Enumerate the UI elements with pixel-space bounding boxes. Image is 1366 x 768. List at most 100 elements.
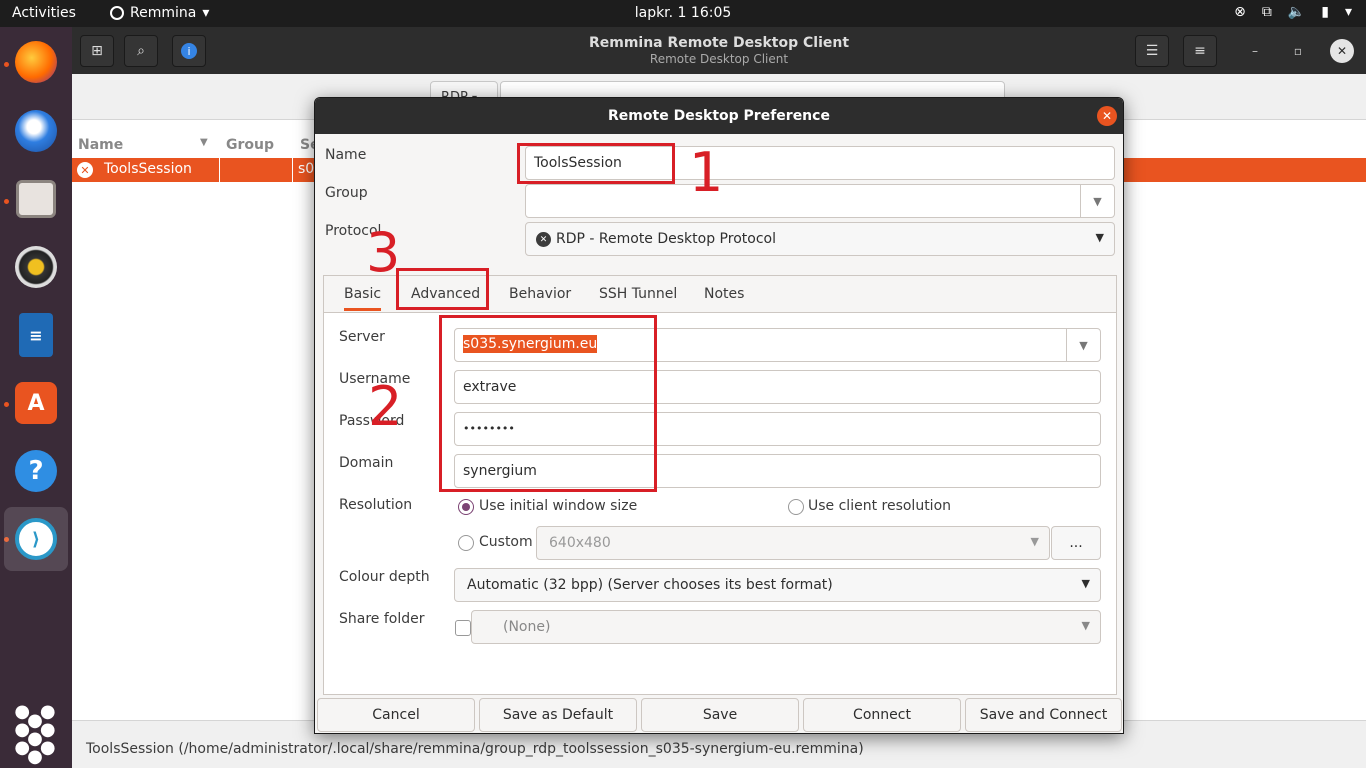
annotation-box-advanced-tab xyxy=(396,268,489,310)
list-view-icon: ☰ xyxy=(1145,43,1159,59)
chevron-down-icon: ▼ xyxy=(1081,577,1090,590)
radio-initial-window-size-label[interactable]: Use initial window size xyxy=(479,498,637,514)
share-folder-chooser[interactable]: (None) ▼ xyxy=(471,610,1101,644)
minimize-button[interactable]: – xyxy=(1243,39,1267,63)
colour-depth-dropdown[interactable]: Automatic (32 bpp) (Server chooses its b… xyxy=(454,568,1101,602)
dialog-close-button[interactable]: ✕ xyxy=(1097,106,1117,126)
custom-resolution-value: 640x480 xyxy=(549,535,611,551)
cancel-button[interactable]: Cancel xyxy=(317,698,475,732)
show-applications-button[interactable]: ● ● ● ● ● ● ● ● ● xyxy=(9,701,63,767)
app-center-icon: A xyxy=(15,382,57,424)
chevron-down-icon: ▼ xyxy=(1095,231,1104,244)
close-icon: ✕ xyxy=(1101,109,1113,123)
save-button[interactable]: Save xyxy=(641,698,799,732)
chevron-down-icon[interactable]: ▼ xyxy=(1080,185,1114,217)
app-center-launcher[interactable]: A xyxy=(9,376,63,430)
save-button-label: Save xyxy=(702,707,738,723)
window-subtitle: Remote Desktop Client xyxy=(649,52,789,66)
app-menu-label: Remmina xyxy=(130,5,197,21)
save-and-connect-button[interactable]: Save and Connect xyxy=(965,698,1122,732)
share-folder-value: (None) xyxy=(503,619,551,635)
battery-icon[interactable]: ▮ xyxy=(1321,4,1329,20)
annotation-number-3: 3 xyxy=(366,221,401,284)
tab-ssh-tunnel[interactable]: SSH Tunnel xyxy=(599,286,677,302)
chevron-down-icon[interactable]: ▾ xyxy=(1345,4,1352,20)
connect-button[interactable]: Connect xyxy=(803,698,961,732)
maximize-button[interactable]: ▫ xyxy=(1286,39,1310,63)
column-header-name[interactable]: Name xyxy=(78,137,123,153)
annotation-number-2: 2 xyxy=(368,375,403,438)
connect-button-label: Connect xyxy=(853,707,911,723)
volume-icon[interactable]: 🔈 xyxy=(1288,4,1305,20)
tab-basic[interactable]: Basic xyxy=(344,286,382,311)
save-as-default-button-label: Save as Default xyxy=(502,707,614,723)
server-label: Server xyxy=(339,329,385,345)
radio-custom-resolution-label[interactable]: Custom xyxy=(479,534,533,550)
rhythmbox-launcher[interactable] xyxy=(9,240,63,294)
files-launcher[interactable] xyxy=(9,172,63,226)
sort-chevron-icon: ▼ xyxy=(200,137,208,148)
thunderbird-launcher[interactable] xyxy=(9,104,63,158)
radio-initial-window-size[interactable] xyxy=(458,499,474,515)
resolution-more-button[interactable]: ... xyxy=(1051,526,1101,560)
libreoffice-writer-icon: ≡ xyxy=(19,313,53,357)
row-name: ToolsSession xyxy=(104,161,192,177)
share-folder-checkbox[interactable] xyxy=(455,620,471,636)
column-divider xyxy=(292,158,293,182)
tab-behavior[interactable]: Behavior xyxy=(509,286,571,302)
status-text: ToolsSession (/home/administrator/.local… xyxy=(86,741,864,757)
help-launcher[interactable]: ? xyxy=(9,444,63,498)
chevron-down-icon[interactable]: ▼ xyxy=(1066,329,1100,361)
cancel-button-label: Cancel xyxy=(372,707,420,723)
rdp-protocol-icon: ✕ xyxy=(77,162,93,178)
remmina-launcher[interactable]: ⟩ xyxy=(4,507,68,571)
dialog-button-row: Cancel Save as Default Save Connect Save… xyxy=(315,696,1123,734)
list-view-button[interactable]: ☰ xyxy=(1135,35,1169,67)
writer-launcher[interactable]: ≡ xyxy=(9,308,63,362)
save-and-connect-button-label: Save and Connect xyxy=(979,707,1108,723)
radio-custom-resolution[interactable] xyxy=(458,535,474,551)
chevron-down-icon: ▾ xyxy=(202,5,210,21)
minimize-icon: – xyxy=(1252,44,1258,58)
files-icon xyxy=(16,180,56,218)
close-icon: ✕ xyxy=(1336,44,1348,58)
resolution-label: Resolution xyxy=(339,497,413,513)
app-menu[interactable]: Remmina ▾ xyxy=(110,5,209,21)
resolution-more-label: ... xyxy=(1069,535,1083,551)
annotation-box-credentials xyxy=(439,315,657,492)
save-as-default-button[interactable]: Save as Default xyxy=(479,698,637,732)
remmina-tray-icon xyxy=(110,6,124,20)
row-server: s0 xyxy=(298,161,315,177)
window-title: Remmina Remote Desktop Client xyxy=(588,35,850,51)
column-header-group[interactable]: Group xyxy=(226,137,274,153)
radio-client-resolution[interactable] xyxy=(788,499,804,515)
thunderbird-icon xyxy=(15,110,57,152)
annotation-number-1: 1 xyxy=(689,141,724,204)
rhythmbox-icon xyxy=(15,246,57,288)
protocol-dropdown-value: RDP - Remote Desktop Protocol xyxy=(556,231,776,247)
firefox-icon xyxy=(15,41,57,83)
hamburger-menu-icon: ≡ xyxy=(1194,43,1206,59)
protocol-dropdown[interactable]: ✕ RDP - Remote Desktop Protocol ▼ xyxy=(525,222,1115,256)
remmina-status-icon[interactable]: ⊗ xyxy=(1234,4,1246,20)
activities-button[interactable]: Activities xyxy=(12,5,76,21)
top-bar: Activities Remmina ▾ lapkr. 1 16:05 ⊗ ⧉ … xyxy=(0,0,1366,27)
group-combo[interactable]: ▼ xyxy=(525,184,1115,218)
network-icon[interactable]: ⧉ xyxy=(1262,4,1272,20)
main-menu-button[interactable]: ≡ xyxy=(1183,35,1217,67)
colour-depth-label: Colour depth xyxy=(339,569,430,585)
chevron-down-icon: ▼ xyxy=(1030,535,1039,548)
tab-notes[interactable]: Notes xyxy=(704,286,744,302)
show-applications-icon: ● ● ● ● ● ● ● ● ● xyxy=(14,701,58,767)
annotation-box-name xyxy=(517,143,675,184)
custom-resolution-dropdown[interactable]: 640x480 ▼ xyxy=(536,526,1050,560)
share-folder-label: Share folder xyxy=(339,611,425,627)
maximize-icon: ▫ xyxy=(1293,44,1303,58)
group-label: Group xyxy=(325,185,368,201)
help-icon: ? xyxy=(15,450,57,492)
radio-client-resolution-label[interactable]: Use client resolution xyxy=(808,498,951,514)
firefox-launcher[interactable] xyxy=(9,35,63,89)
system-tray[interactable]: ⊗ ⧉ 🔈 ▮ ▾ xyxy=(1234,4,1352,20)
window-close-button[interactable]: ✕ xyxy=(1330,39,1354,63)
rdp-protocol-icon: ✕ xyxy=(536,232,551,247)
